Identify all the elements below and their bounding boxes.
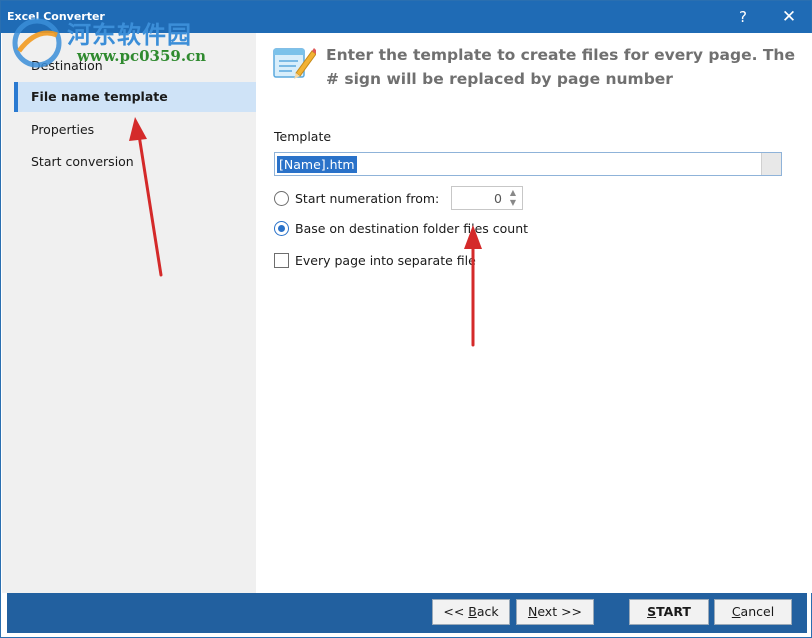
dropdown-icon[interactable] (761, 153, 781, 175)
cancel-button[interactable]: Cancel (714, 599, 792, 625)
start-button-mnemonic: S (647, 604, 657, 619)
page-instructions: Enter the template to create files for e… (326, 46, 795, 88)
start-numeration-value: 0 (494, 191, 502, 206)
close-button[interactable]: ✕ (767, 1, 811, 33)
main-content: Enter the template to create files for e… (256, 33, 812, 593)
base-on-destination-label: Base on destination folder files count (295, 221, 529, 236)
template-value: [Name].htm (277, 156, 357, 173)
radio-button[interactable] (274, 221, 289, 236)
back-button-rest: ack (476, 604, 499, 619)
back-button[interactable]: << Back (432, 599, 510, 625)
start-numeration-label: Start numeration from: (295, 191, 440, 206)
cancel-button-mnemonic: C (731, 604, 741, 619)
excel-converter-window: Excel Converter ? ✕ Destination File nam… (0, 0, 812, 638)
sidebar-item-file-name-template[interactable]: File name template (14, 82, 256, 112)
start-button[interactable]: START (629, 599, 709, 625)
template-input[interactable]: [Name].htm (274, 152, 782, 176)
sidebar-item-properties[interactable]: Properties (14, 115, 256, 145)
every-page-label: Every page into separate file (295, 253, 476, 268)
question-icon: ? (739, 8, 747, 26)
cancel-button-rest: ancel (740, 604, 775, 619)
next-button[interactable]: Next >> (516, 599, 594, 625)
title-bar: Excel Converter ? ✕ (1, 1, 811, 33)
window-title: Excel Converter (7, 10, 105, 23)
next-button-rest: ext >> (537, 604, 583, 619)
close-icon: ✕ (781, 7, 797, 27)
back-button-prefix: << (443, 604, 469, 619)
next-button-mnemonic: N (527, 604, 538, 619)
help-button[interactable]: ? (721, 1, 765, 33)
start-button-rest: TART (656, 604, 691, 619)
checkbox[interactable] (274, 253, 289, 268)
wizard-sidebar: Destination File name template Propertie… (2, 33, 256, 593)
sidebar-item-label: File name template (31, 89, 168, 104)
spin-down-icon[interactable]: ▼ (506, 198, 520, 208)
back-button-mnemonic: B (468, 604, 477, 619)
sidebar-item-label: Properties (31, 122, 95, 137)
sidebar-item-label: Start conversion (31, 154, 134, 169)
notepad-pencil-icon (273, 48, 316, 79)
spin-up-icon[interactable]: ▲ (506, 188, 520, 198)
wizard-footer: << Back Next >> START Cancel (7, 593, 807, 633)
template-label: Template (274, 129, 332, 144)
start-numeration-stepper[interactable]: 0 ▲ ▼ (451, 186, 523, 210)
sidebar-item-destination[interactable]: Destination (14, 51, 256, 81)
sidebar-item-label: Destination (31, 58, 103, 73)
radio-button[interactable] (274, 191, 289, 206)
sidebar-item-start-conversion[interactable]: Start conversion (14, 147, 256, 177)
